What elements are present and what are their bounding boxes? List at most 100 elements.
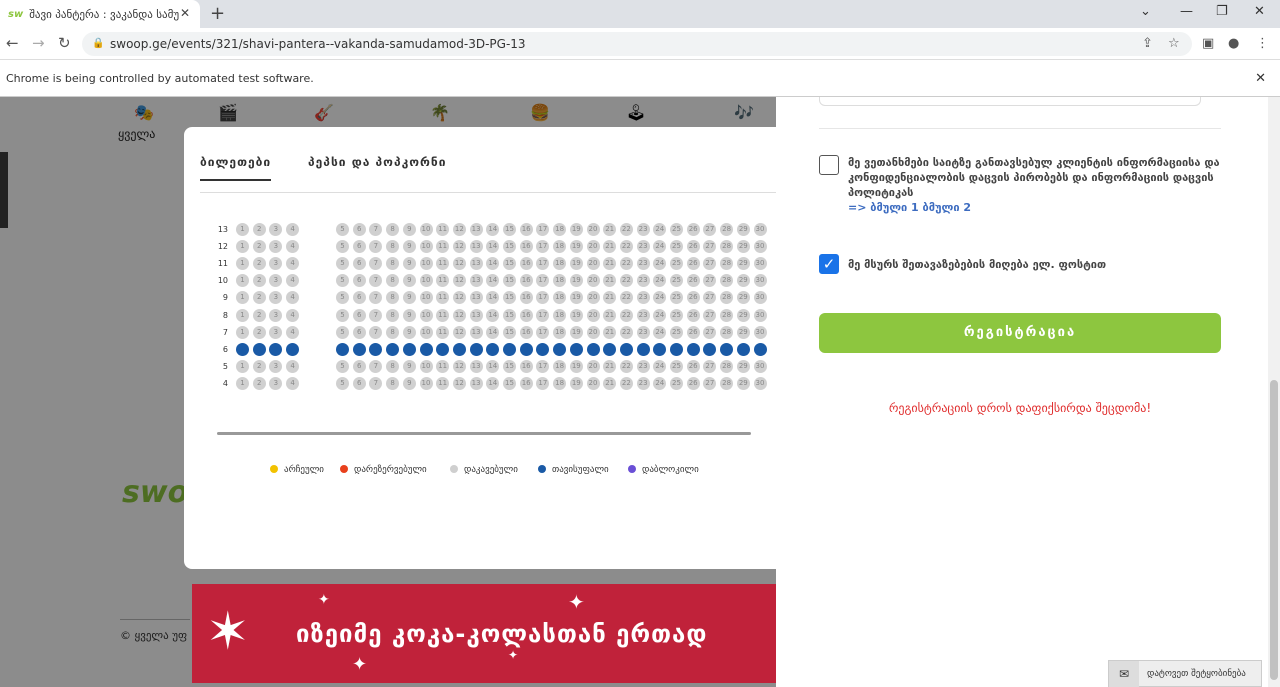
seat[interactable]: 23 (636, 240, 650, 254)
seat[interactable]: 11 (436, 291, 450, 305)
seat[interactable]: 4 (286, 325, 300, 339)
seat[interactable]: 19 (569, 274, 583, 288)
seat[interactable]: 24 (653, 325, 667, 339)
seat[interactable]: 10 (419, 257, 433, 271)
seat[interactable]: 26 (686, 359, 700, 373)
browser-tab[interactable]: sw შავი პანტერა : ვაკანდა სამუ ✕ (0, 0, 200, 28)
seat[interactable]: 4 (286, 223, 300, 236)
seat[interactable]: 10 (419, 376, 433, 390)
seat[interactable]: 27 (703, 308, 717, 322)
seat[interactable]: 13 (469, 308, 483, 322)
seat[interactable]: 19 (569, 291, 583, 305)
seat[interactable]: 11 (436, 359, 450, 373)
seat[interactable]: 6 (352, 257, 366, 271)
seat[interactable]: 21 (603, 240, 617, 254)
seat[interactable]: 19 (569, 325, 583, 339)
seat[interactable]: 8 (386, 342, 400, 356)
seat[interactable]: 5 (336, 342, 349, 356)
seat[interactable]: 20 (586, 376, 600, 390)
seat[interactable]: 19 (569, 257, 583, 271)
seat[interactable]: 3 (269, 376, 283, 390)
seat[interactable]: 5 (336, 223, 349, 236)
seat[interactable]: 15 (503, 291, 516, 305)
seat[interactable]: 18 (553, 376, 567, 390)
seat[interactable]: 8 (386, 274, 400, 288)
seat[interactable]: 26 (686, 342, 700, 356)
seat[interactable]: 20 (586, 342, 600, 356)
seat[interactable]: 25 (670, 274, 683, 288)
seat[interactable]: 19 (569, 240, 583, 254)
seat[interactable]: 25 (670, 223, 683, 236)
feedback-button[interactable]: ✉ დატოვეთ შეტყობინება (1108, 660, 1262, 687)
seat[interactable]: 25 (670, 342, 683, 356)
seat[interactable]: 24 (653, 257, 667, 271)
seat[interactable]: 4 (286, 359, 300, 373)
seat[interactable]: 5 (336, 376, 349, 390)
register-button[interactable]: რეგისტრაცია (819, 313, 1221, 353)
seat[interactable]: 12 (452, 359, 466, 373)
seat[interactable]: 13 (469, 325, 483, 339)
seat[interactable]: 20 (586, 223, 600, 236)
seat[interactable]: 5 (336, 291, 349, 305)
forward-icon[interactable]: → (32, 34, 45, 52)
seat[interactable]: 25 (670, 325, 683, 339)
seat[interactable]: 9 (402, 291, 416, 305)
share-icon[interactable]: ⇪ (1142, 36, 1153, 51)
seat[interactable]: 8 (386, 359, 400, 373)
seat[interactable]: 14 (486, 342, 500, 356)
seat[interactable]: 22 (619, 223, 633, 236)
seat[interactable]: 22 (619, 325, 633, 339)
seat[interactable]: 10 (419, 240, 433, 254)
seat[interactable]: 11 (436, 240, 450, 254)
seat[interactable]: 30 (753, 240, 767, 254)
seat[interactable]: 13 (469, 291, 483, 305)
seat[interactable]: 20 (586, 257, 600, 271)
seat[interactable]: 28 (720, 291, 734, 305)
seat[interactable]: 26 (686, 223, 700, 236)
seat[interactable]: 3 (269, 291, 283, 305)
seat[interactable]: 14 (486, 274, 500, 288)
page-scrollbar[interactable] (1268, 97, 1280, 687)
seat[interactable]: 10 (419, 359, 433, 373)
seat[interactable]: 17 (536, 376, 550, 390)
form-input-field[interactable] (819, 97, 1201, 106)
seat[interactable]: 21 (603, 376, 617, 390)
seat[interactable]: 4 (286, 257, 300, 271)
seat[interactable]: 1 (236, 308, 249, 322)
seat[interactable]: 2 (252, 240, 266, 254)
seat[interactable]: 12 (452, 291, 466, 305)
seat[interactable]: 10 (419, 308, 433, 322)
seat[interactable]: 15 (503, 240, 516, 254)
seat[interactable]: 26 (686, 274, 700, 288)
seat[interactable]: 21 (603, 325, 617, 339)
seat[interactable]: 27 (703, 274, 717, 288)
seat[interactable]: 17 (536, 308, 550, 322)
seat[interactable]: 28 (720, 240, 734, 254)
seat[interactable]: 2 (252, 359, 266, 373)
seat[interactable]: 14 (486, 257, 500, 271)
seat[interactable]: 19 (569, 376, 583, 390)
seat[interactable]: 24 (653, 223, 667, 236)
seat[interactable]: 14 (486, 359, 500, 373)
seat[interactable]: 27 (703, 223, 717, 236)
seat[interactable]: 4 (286, 342, 300, 356)
window-close-icon[interactable]: ✕ (1254, 4, 1265, 19)
seat[interactable]: 3 (269, 223, 283, 236)
seat[interactable]: 7 (369, 223, 383, 236)
seat[interactable]: 9 (402, 376, 416, 390)
seat[interactable]: 18 (553, 325, 567, 339)
seat[interactable]: 1 (236, 223, 249, 236)
seat[interactable]: 2 (252, 342, 266, 356)
seat[interactable]: 24 (653, 376, 667, 390)
seat[interactable]: 1 (236, 325, 249, 339)
side-feedback-tab[interactable] (0, 152, 8, 228)
seat[interactable]: 3 (269, 342, 283, 356)
seat[interactable]: 25 (670, 376, 683, 390)
seat[interactable]: 16 (519, 257, 533, 271)
terms-checkbox[interactable] (819, 155, 839, 175)
seat[interactable]: 18 (553, 223, 567, 236)
seat[interactable]: 16 (519, 342, 533, 356)
seat[interactable]: 24 (653, 240, 667, 254)
seat[interactable]: 23 (636, 308, 650, 322)
seat[interactable]: 3 (269, 257, 283, 271)
